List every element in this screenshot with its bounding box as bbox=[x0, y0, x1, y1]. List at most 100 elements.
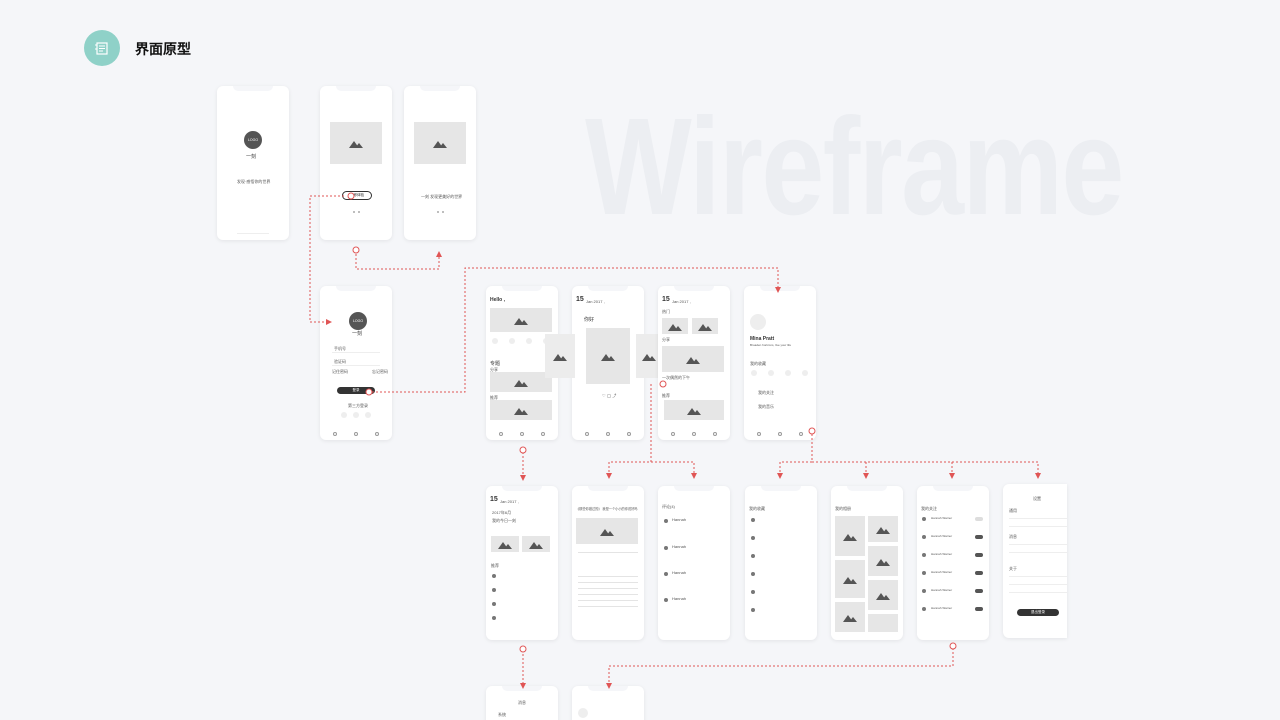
app-name: 一刻 bbox=[246, 154, 257, 160]
card-image[interactable] bbox=[662, 346, 724, 372]
tab-icon[interactable] bbox=[498, 432, 503, 436]
divider bbox=[1009, 576, 1067, 577]
tab-icon[interactable] bbox=[375, 432, 380, 436]
list-icon bbox=[751, 590, 755, 594]
screen-login: LOGO 一刻 手机号 验证码 记住密码 忘记密码 登录 第三方登录 bbox=[320, 286, 392, 440]
fav-icon[interactable] bbox=[768, 370, 774, 376]
gallery-image[interactable] bbox=[835, 602, 865, 632]
login-button[interactable]: 登录 bbox=[337, 387, 375, 394]
image-icon bbox=[514, 377, 528, 387]
tab-icon[interactable] bbox=[799, 432, 804, 436]
gallery-image[interactable] bbox=[868, 614, 898, 632]
menu-music[interactable]: 我的音乐 bbox=[758, 404, 774, 410]
screen-profile: Mina Pratt Broaden horizons, live your l… bbox=[744, 286, 816, 440]
card-image[interactable] bbox=[490, 400, 552, 420]
app-name: 一刻 bbox=[352, 331, 363, 337]
document-icon bbox=[95, 42, 108, 55]
label-hot: 热门 bbox=[662, 309, 670, 314]
flow-line bbox=[606, 648, 954, 689]
topic-icon[interactable] bbox=[526, 338, 532, 344]
fav-icon[interactable] bbox=[751, 370, 757, 376]
divider bbox=[1009, 518, 1067, 519]
image-icon bbox=[698, 321, 712, 331]
thumb[interactable] bbox=[522, 536, 550, 552]
follow-toggle[interactable] bbox=[975, 553, 983, 557]
social-icon[interactable] bbox=[353, 412, 359, 418]
divider bbox=[332, 352, 380, 353]
settings-group: 关于 bbox=[1009, 566, 1017, 571]
topic-icon[interactable] bbox=[492, 338, 498, 344]
thumb[interactable] bbox=[491, 536, 519, 552]
card-image[interactable] bbox=[664, 400, 724, 420]
start-button[interactable]: 立即体验 bbox=[342, 191, 372, 200]
notch bbox=[336, 286, 376, 291]
forgot-link[interactable]: 忘记密码 bbox=[372, 369, 388, 375]
notch bbox=[588, 686, 628, 691]
gallery-image[interactable] bbox=[868, 546, 898, 576]
fav-icon[interactable] bbox=[802, 370, 808, 376]
notch bbox=[588, 486, 628, 491]
image-placeholder bbox=[414, 122, 466, 164]
follow-toggle[interactable] bbox=[975, 571, 983, 575]
tab-icon[interactable] bbox=[605, 432, 610, 436]
tab-icon[interactable] bbox=[519, 432, 524, 436]
notch bbox=[233, 86, 273, 91]
tab-icon[interactable] bbox=[777, 432, 782, 436]
text-line bbox=[578, 600, 638, 601]
tab-icon[interactable] bbox=[670, 432, 675, 436]
thumb[interactable] bbox=[692, 318, 718, 334]
card-image[interactable] bbox=[490, 372, 552, 392]
logout-button[interactable]: 退出登录 bbox=[1017, 609, 1059, 616]
gallery-image[interactable] bbox=[835, 560, 865, 598]
follow-toggle[interactable] bbox=[975, 535, 983, 539]
profile-subtitle: Broaden horizons, live your life bbox=[750, 343, 792, 347]
social-icon[interactable] bbox=[365, 412, 371, 418]
text-line bbox=[578, 552, 638, 553]
flow-line bbox=[777, 434, 813, 479]
tab-icon[interactable] bbox=[713, 432, 718, 436]
divider bbox=[1009, 592, 1067, 593]
image-icon bbox=[843, 574, 857, 584]
tab-icon[interactable] bbox=[332, 432, 337, 436]
list-icon bbox=[492, 602, 496, 606]
thumb[interactable] bbox=[662, 318, 688, 334]
follow-toggle[interactable] bbox=[975, 589, 983, 593]
notch bbox=[336, 86, 376, 91]
tab-icon[interactable] bbox=[627, 432, 632, 436]
tab-icon[interactable] bbox=[691, 432, 696, 436]
section-recommend: 推荐 bbox=[491, 563, 499, 568]
gallery-image[interactable] bbox=[868, 580, 898, 610]
tab-icon[interactable] bbox=[584, 432, 589, 436]
image-icon bbox=[686, 354, 700, 364]
flow-line bbox=[355, 251, 442, 270]
date-month: Jan 2017 , bbox=[500, 499, 519, 504]
settings-group: 通用 bbox=[1009, 508, 1017, 513]
follow-toggle[interactable] bbox=[975, 517, 983, 521]
screen-notices: 我的关注 Hannah Warner Hannah Warner Hannah … bbox=[917, 486, 989, 640]
tab-icon[interactable] bbox=[756, 432, 761, 436]
image-icon bbox=[514, 315, 528, 325]
remember-label[interactable]: 记住密码 bbox=[332, 369, 348, 375]
tab-icon[interactable] bbox=[353, 432, 358, 436]
image-icon bbox=[642, 351, 656, 361]
menu-follow[interactable]: 我的关注 bbox=[758, 390, 774, 396]
screen-splash: LOGO 一刻 发现·感悟你的世界 bbox=[217, 86, 289, 240]
image-icon bbox=[876, 524, 890, 534]
screen-daily: 15 Jan 2017 , 你好 ♡ ◯ ⤴ bbox=[572, 286, 644, 440]
daily-image[interactable] bbox=[586, 328, 630, 384]
gallery-image[interactable] bbox=[835, 516, 865, 556]
messages-row: 系统 bbox=[498, 712, 506, 717]
follow-toggle[interactable] bbox=[975, 607, 983, 611]
tab-bar bbox=[490, 432, 554, 436]
fav-icon[interactable] bbox=[785, 370, 791, 376]
image-icon bbox=[433, 138, 447, 148]
topic-icon[interactable] bbox=[509, 338, 515, 344]
tab-icon[interactable] bbox=[541, 432, 546, 436]
social-icon[interactable] bbox=[341, 412, 347, 418]
text-line bbox=[578, 582, 638, 583]
image-icon bbox=[349, 138, 363, 148]
action-icons[interactable]: ♡ ◯ ⤴ bbox=[602, 393, 616, 399]
greeting: Hello , bbox=[490, 297, 506, 303]
divider bbox=[1009, 552, 1067, 553]
gallery-image[interactable] bbox=[868, 516, 898, 542]
